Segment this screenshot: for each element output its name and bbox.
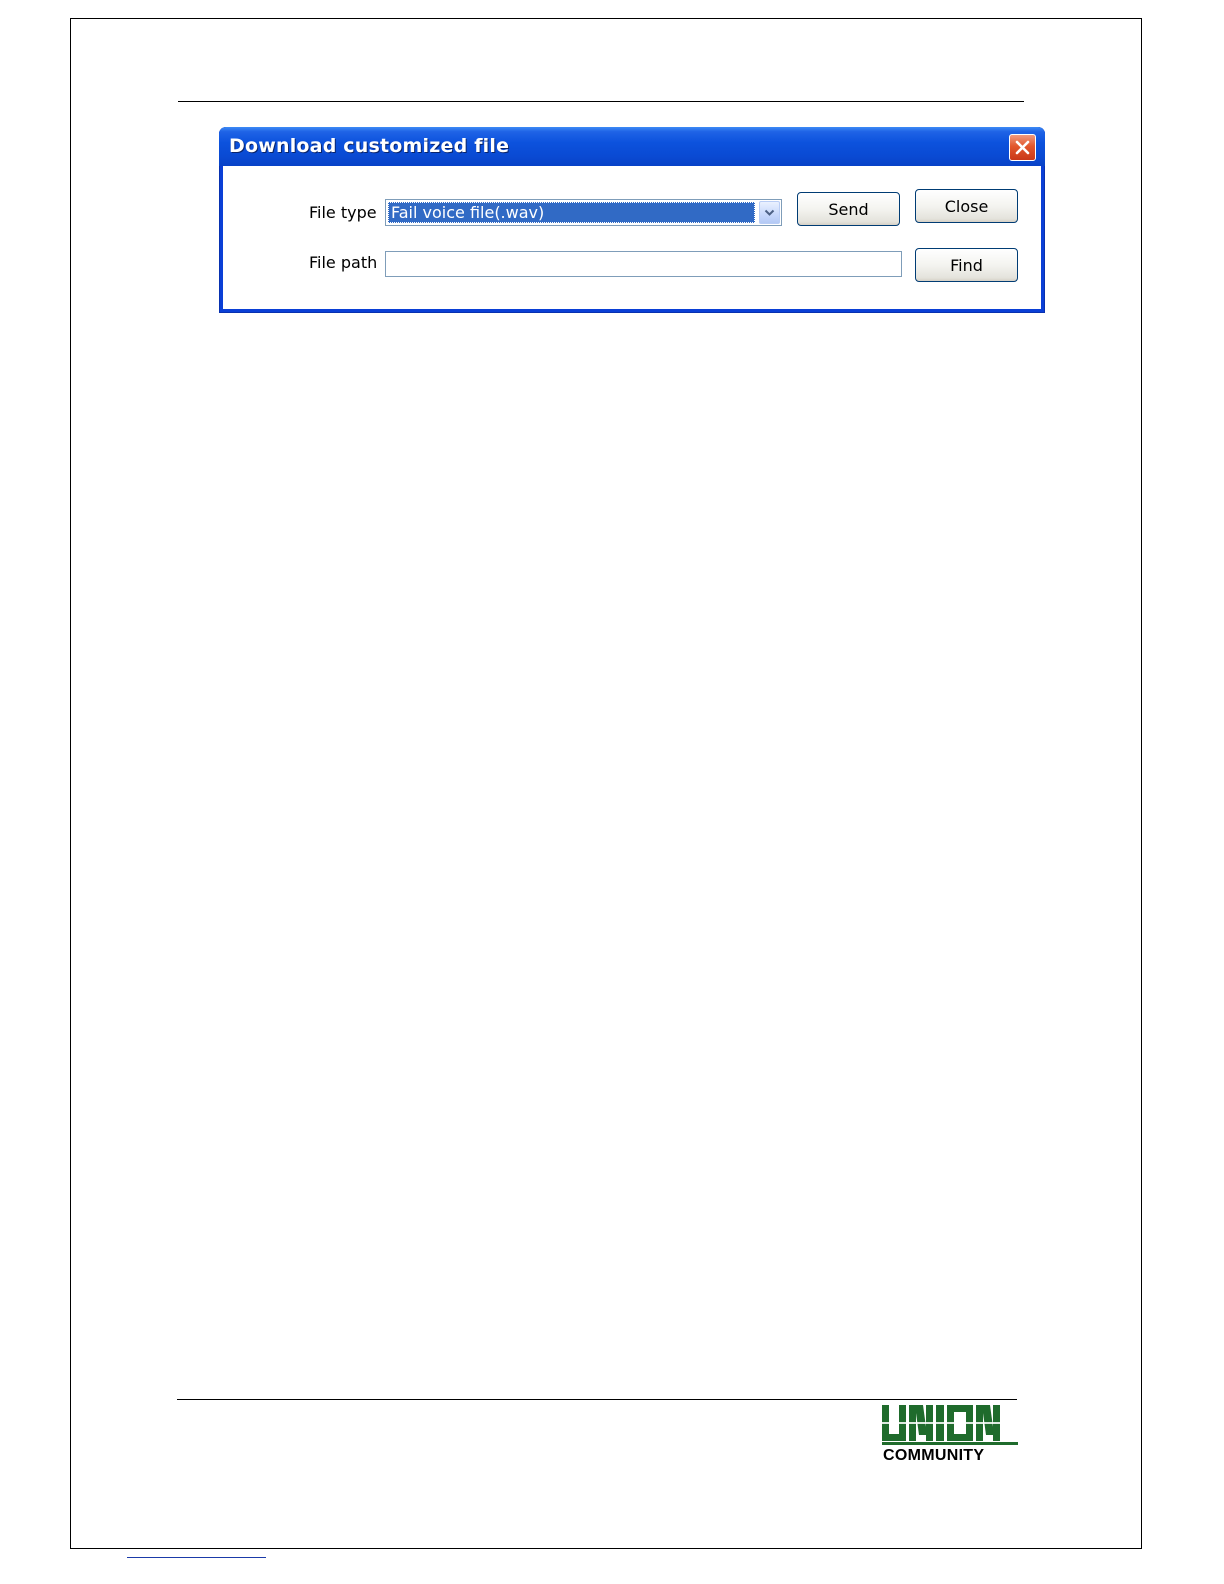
close-icon	[1015, 140, 1030, 155]
send-button[interactable]: Send	[797, 192, 900, 226]
find-button[interactable]: Find	[915, 248, 1018, 282]
union-community-logo: COMMUNITY	[882, 1405, 1018, 1467]
dialog-client-area	[223, 166, 1041, 309]
logo-wordmark	[882, 1405, 1018, 1445]
chevron-down-icon	[764, 209, 775, 216]
footer-link-underline	[127, 1557, 266, 1558]
close-window-button[interactable]	[1009, 134, 1036, 161]
file-type-dropdown-button[interactable]	[759, 201, 780, 224]
header-rule	[178, 101, 1024, 102]
dialog-titlebar[interactable]: Download customized file	[219, 127, 1045, 166]
file-type-selected-value: Fail voice file(.wav)	[388, 202, 755, 223]
file-path-label: File path	[309, 253, 378, 272]
logo-subtext: COMMUNITY	[883, 1447, 985, 1464]
footer-rule	[177, 1399, 1017, 1400]
file-type-select[interactable]: Fail voice file(.wav)	[385, 199, 782, 226]
file-path-input[interactable]	[385, 251, 902, 277]
dialog-title: Download customized file	[229, 135, 510, 157]
file-type-label: File type	[309, 203, 377, 222]
close-button[interactable]: Close	[915, 189, 1018, 223]
